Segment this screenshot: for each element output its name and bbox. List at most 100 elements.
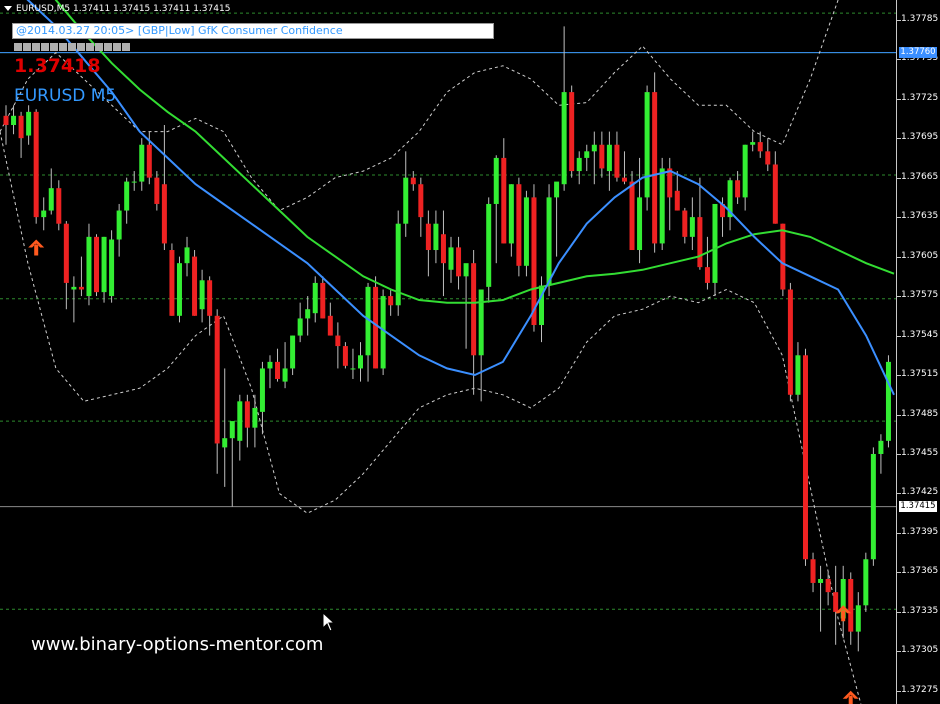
chart-header[interactable]: EURUSD,M5 1.37411 1.37415 1.37411 1.3741… — [4, 4, 230, 14]
progress-block — [95, 43, 103, 51]
progress-block — [50, 43, 58, 51]
candle-body — [742, 144, 748, 198]
candle-body — [290, 335, 296, 369]
candle-body — [629, 181, 635, 251]
candle-body — [244, 401, 250, 428]
progress-block — [59, 43, 67, 51]
progress-block — [104, 43, 112, 51]
candle-body — [486, 203, 492, 287]
candle-body — [878, 440, 884, 454]
candle-body — [561, 92, 567, 185]
cursor-arrow-icon — [323, 613, 335, 632]
candle-body — [335, 335, 341, 347]
candle-body — [704, 267, 710, 283]
candle-body — [689, 217, 695, 237]
candle-body — [403, 177, 409, 224]
candle-body — [86, 236, 92, 297]
progress-block — [68, 43, 76, 51]
axis-tick-label: 1.37605 — [901, 250, 939, 261]
candle-body — [357, 355, 363, 369]
axis-tick-label: 1.37275 — [901, 684, 939, 695]
progress-block — [32, 43, 40, 51]
candle-body — [154, 177, 160, 204]
candle-body — [176, 263, 182, 316]
candle-body — [448, 247, 454, 270]
candle-body — [523, 197, 529, 266]
candle-body — [18, 115, 24, 139]
candle-body — [825, 578, 831, 593]
candle-body — [456, 247, 462, 277]
axis-tick-label: 1.37695 — [901, 132, 939, 143]
candle-body — [259, 368, 265, 412]
candle-body — [48, 188, 54, 211]
candle-body — [11, 115, 17, 126]
axis-tick-label: 1.37665 — [901, 171, 939, 182]
candle-body — [621, 177, 627, 182]
candle-body — [94, 236, 100, 293]
triangle-down-icon[interactable] — [4, 6, 12, 11]
candle-body — [735, 180, 741, 198]
candle-body — [591, 144, 597, 152]
axis-tick-label: 1.37785 — [901, 13, 939, 24]
axis-tick-label: 1.37515 — [901, 369, 939, 380]
candle-body — [697, 217, 703, 268]
candle-body — [161, 184, 167, 244]
candle-body — [546, 197, 552, 286]
candle-body — [26, 111, 32, 136]
candle-body — [184, 247, 190, 264]
candle-body — [71, 286, 77, 290]
axis-tick-label: 1.37305 — [901, 645, 939, 656]
candle-body — [780, 223, 786, 290]
candle-body — [885, 361, 891, 441]
candle-body — [644, 92, 650, 198]
axis-tick-label: 1.37725 — [901, 92, 939, 103]
candle-body — [350, 368, 356, 370]
candle-body — [327, 315, 333, 336]
axis-tick-label: 1.37425 — [901, 487, 939, 498]
candle-body — [554, 181, 560, 198]
candle-body — [810, 559, 816, 583]
candle-body — [855, 605, 861, 632]
candle-body — [802, 355, 808, 560]
candle-body — [139, 144, 145, 182]
chart-plot-area[interactable] — [0, 0, 896, 704]
progress-block — [122, 43, 130, 51]
candle-body — [637, 197, 643, 251]
progress-block — [41, 43, 49, 51]
axis-tick-label: 1.37395 — [901, 526, 939, 537]
news-event-box: @2014.03.27 20:05> [GBP|Low] GfK Consume… — [12, 23, 494, 39]
candle-body — [870, 453, 876, 560]
candle-body — [229, 421, 235, 439]
candle-body — [659, 168, 665, 244]
candle-body — [772, 164, 778, 224]
candle-body — [282, 368, 288, 382]
axis-tick-label: 1.37485 — [901, 408, 939, 419]
candle-body — [56, 188, 62, 224]
candle-body — [373, 286, 379, 369]
candle-body — [667, 168, 673, 198]
candle-body — [297, 318, 303, 336]
candle-body — [192, 256, 198, 316]
candle-body — [425, 223, 431, 251]
progress-block — [86, 43, 94, 51]
candle-body — [320, 282, 326, 319]
candle-body — [463, 263, 469, 277]
candle-body — [342, 346, 348, 366]
candle-body — [237, 401, 243, 441]
candle-body — [207, 280, 213, 316]
axis-tick-label: 1.37335 — [901, 605, 939, 616]
progress-block — [14, 43, 22, 51]
candle-body — [410, 177, 416, 185]
candle-body — [252, 407, 258, 428]
price-axis: 1.37785 1.37755 1.37725 1.37695 1.37665 1.376… — [896, 0, 940, 704]
candle-body — [199, 280, 205, 310]
bid-price-label: 1.37418 — [14, 55, 101, 77]
axis-tick-label: 1.37545 — [901, 329, 939, 340]
current-price-label: 1.37760 — [899, 46, 937, 58]
candle-body — [795, 355, 801, 395]
progress-block — [113, 43, 121, 51]
candle-body — [818, 578, 824, 583]
candle-body — [109, 239, 115, 297]
candle-body — [267, 361, 273, 369]
candle-body — [222, 438, 228, 448]
